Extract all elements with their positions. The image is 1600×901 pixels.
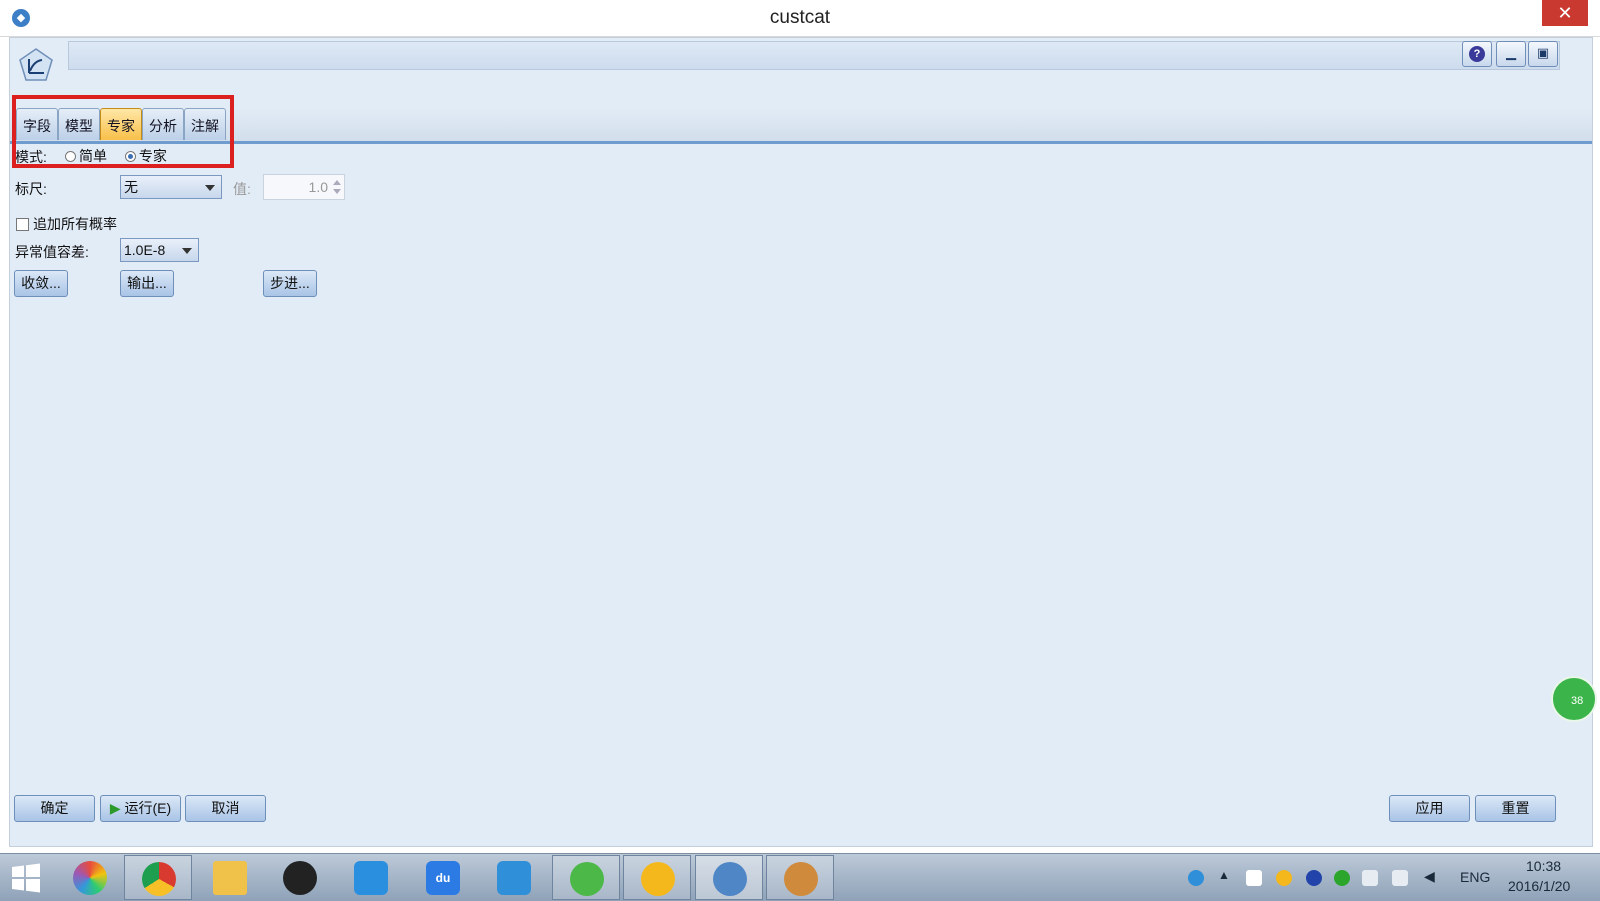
- windows-start-icon[interactable]: [10, 862, 42, 894]
- taskbar-item-app[interactable]: [480, 855, 548, 900]
- maximize-icon: ▣: [1536, 45, 1550, 60]
- taskbar-item-modeler[interactable]: [695, 855, 763, 900]
- pinwheel-icon: [73, 861, 107, 895]
- output-button[interactable]: 输出...: [120, 270, 174, 297]
- tray-expand-icon[interactable]: ▲: [1218, 868, 1230, 882]
- file-explorer-icon: [213, 861, 247, 895]
- run-label: 运行(E): [124, 800, 172, 816]
- chrome-icon: [142, 862, 176, 896]
- taskbar-item-emoji[interactable]: [623, 855, 691, 900]
- mode-expert-label: 专家: [138, 148, 167, 164]
- run-button[interactable]: ▶ 运行(E): [100, 795, 181, 822]
- taskbar-item-explorer[interactable]: [196, 855, 264, 900]
- chevron-down-icon: [205, 185, 215, 191]
- dialog-header-bar: [68, 41, 1560, 70]
- tab-strip: 字段 模型 专家 分析 注解: [10, 108, 1592, 144]
- emoji-icon: [641, 862, 675, 896]
- tab-fields[interactable]: 字段: [16, 108, 58, 140]
- taskbar-item-qq[interactable]: [266, 855, 334, 900]
- tolerance-label: 异常值容差:: [15, 244, 89, 260]
- tray-network-icon[interactable]: [1188, 870, 1204, 886]
- stepping-button[interactable]: 步进...: [263, 270, 317, 297]
- floating-assistant-badge[interactable]: 38: [1551, 676, 1597, 722]
- tray-display-icon[interactable]: [1392, 870, 1408, 886]
- apply-button[interactable]: 应用: [1389, 795, 1470, 822]
- tab-analyze[interactable]: 分析: [142, 108, 184, 140]
- taskbar-item-colorful[interactable]: [56, 855, 124, 900]
- tray-volume-icon[interactable]: ◀: [1424, 868, 1435, 885]
- tray-date[interactable]: 2016/1/20: [1508, 878, 1570, 894]
- scale-number: 1.0: [308, 179, 328, 195]
- scale-label: 标尺:: [15, 181, 47, 197]
- mode-simple-radio[interactable]: 简单: [65, 146, 107, 166]
- tray-windows-icon[interactable]: [1246, 870, 1262, 886]
- cancel-button[interactable]: 取消: [185, 795, 266, 822]
- help-button[interactable]: ?: [1462, 41, 1492, 67]
- close-button[interactable]: ✕: [1542, 0, 1588, 26]
- taskbar-item-wechat[interactable]: [552, 855, 620, 900]
- tray-language[interactable]: ENG: [1460, 869, 1490, 885]
- mode-expert-radio[interactable]: 专家: [124, 146, 167, 166]
- wechat-icon: [570, 862, 604, 896]
- paint-icon: [784, 862, 818, 896]
- scale-value-label: 值:: [233, 181, 251, 197]
- window-title: custcat: [769, 7, 831, 28]
- taskbar-item-baidu[interactable]: du: [409, 855, 477, 900]
- spin-down-icon: [333, 189, 341, 194]
- qq-icon: [283, 861, 317, 895]
- tab-model[interactable]: 模型: [58, 108, 100, 140]
- maximize-button[interactable]: ▣: [1528, 41, 1558, 67]
- tab-annotations[interactable]: 注解: [184, 108, 226, 140]
- spin-up-icon: [333, 180, 341, 185]
- tray-ie-icon[interactable]: [1306, 870, 1322, 886]
- app-icon: [497, 861, 531, 895]
- checkbox-box: [16, 217, 29, 231]
- taskbar-item-baidu-cloud[interactable]: [337, 855, 405, 900]
- reset-button[interactable]: 重置: [1475, 795, 1556, 822]
- tray-plus-icon[interactable]: [1334, 870, 1350, 886]
- chevron-down-icon: [182, 248, 192, 254]
- baidu-cloud-icon: [354, 861, 388, 895]
- append-probabilities-label: 追加所有概率: [33, 216, 117, 232]
- tolerance-dropdown[interactable]: 1.0E-8: [120, 238, 199, 262]
- mode-label: 模式:: [15, 149, 47, 165]
- radio-dot: [65, 150, 76, 162]
- logistic-node-icon: [19, 48, 53, 81]
- ok-button[interactable]: 确定: [14, 795, 95, 822]
- minimize-icon: ▁: [1506, 45, 1516, 60]
- title-bar: ◆ custcat ✕: [0, 0, 1600, 37]
- convergence-button[interactable]: 收敛...: [14, 270, 68, 297]
- taskbar-item-chrome[interactable]: [124, 855, 192, 900]
- tray-power-icon[interactable]: [1362, 870, 1378, 886]
- tolerance-value: 1.0E-8: [124, 242, 166, 258]
- scale-value: 无: [124, 179, 138, 195]
- baidu-du-icon: du: [426, 861, 460, 895]
- scale-dropdown[interactable]: 无: [120, 175, 222, 199]
- tray-time[interactable]: 10:38: [1526, 858, 1561, 874]
- spss-modeler-icon: [713, 862, 747, 896]
- scale-value-spinner: 1.0: [263, 174, 345, 200]
- radio-dot-selected: [124, 150, 136, 162]
- taskbar: du ▲ ◀ ENG 10:38 2016/1/20: [0, 853, 1600, 901]
- append-probabilities-checkbox[interactable]: 追加所有概率: [16, 214, 117, 234]
- minimize-button[interactable]: ▁: [1496, 41, 1526, 67]
- tab-expert[interactable]: 专家: [100, 108, 142, 140]
- play-icon: ▶: [109, 800, 121, 816]
- node-dialog: ? ▁ ▣ 字段 模型 专家 分析 注解 模式: 简单 专家 标尺: 无 值: …: [9, 37, 1593, 847]
- tray-emoji-icon[interactable]: [1276, 870, 1292, 886]
- help-icon: ?: [1469, 46, 1485, 62]
- mode-simple-label: 简单: [79, 148, 107, 164]
- mode-radio-group: 简单 专家: [65, 146, 181, 166]
- taskbar-item-paint[interactable]: [766, 855, 834, 900]
